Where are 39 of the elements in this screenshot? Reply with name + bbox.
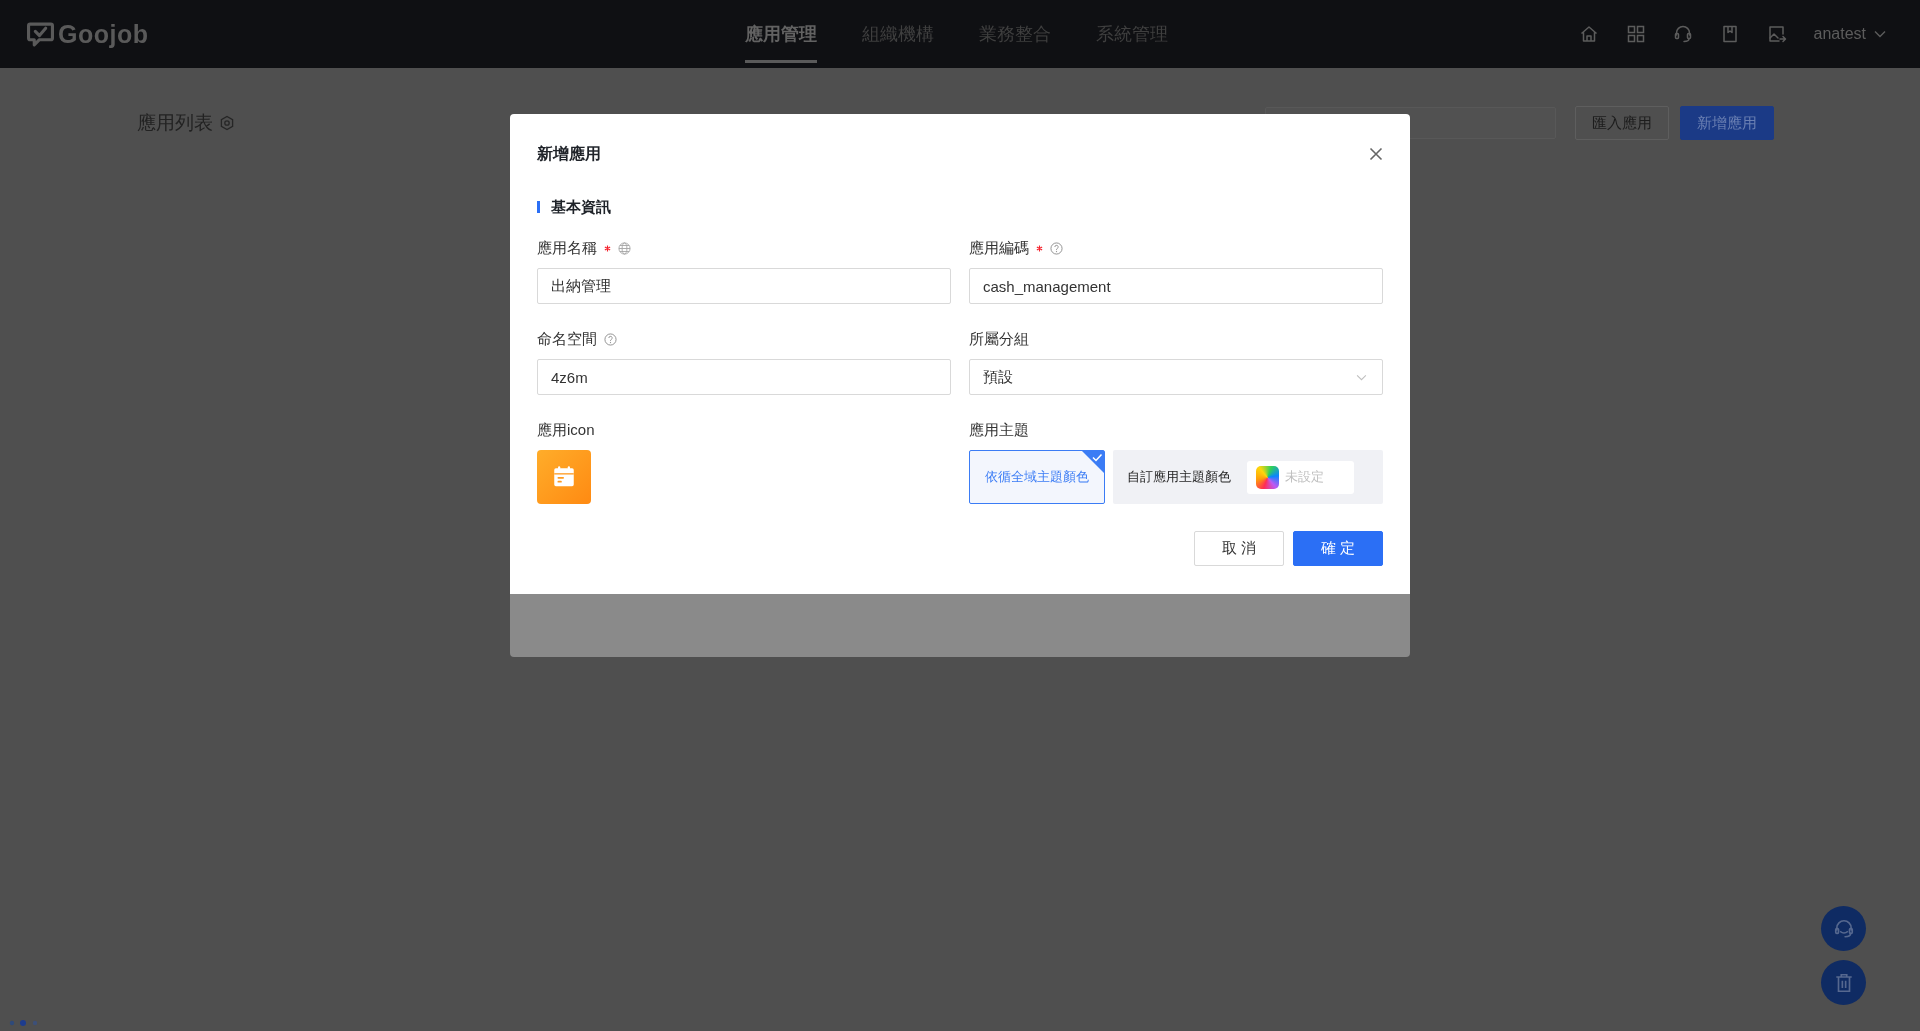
globe-icon[interactable] xyxy=(618,241,631,255)
loading-icon xyxy=(8,1019,40,1027)
calendar-icon[interactable] xyxy=(537,450,591,504)
settings-icon[interactable] xyxy=(219,115,235,131)
field-label: 應用名稱 xyxy=(537,238,597,258)
dialog-button[interactable]: 取 消 xyxy=(1194,531,1284,566)
user-menu[interactable]: anatest xyxy=(1813,25,1886,43)
support-button[interactable] xyxy=(1821,906,1866,951)
page-button[interactable]: 新增應用 xyxy=(1680,106,1774,140)
headset-icon xyxy=(1832,917,1855,940)
close-icon[interactable] xyxy=(1369,147,1383,161)
field-label: 應用編碼 xyxy=(969,238,1029,258)
delete-button[interactable] xyxy=(1821,960,1866,1005)
text-field[interactable]: 出納管理 xyxy=(537,268,951,304)
nav-tab[interactable]: 應用管理 xyxy=(745,22,817,63)
color-swatch-icon xyxy=(1256,465,1279,489)
logo-icon xyxy=(27,21,54,47)
image-export-icon[interactable] xyxy=(1766,24,1787,44)
text-field[interactable]: 4z6m xyxy=(537,359,951,395)
text-field[interactable]: cash_management xyxy=(969,268,1383,304)
dialog-title: 新增應用 xyxy=(537,143,601,164)
home-icon[interactable] xyxy=(1578,24,1599,44)
headset-icon[interactable] xyxy=(1672,24,1693,44)
chevron-down-icon xyxy=(1356,373,1367,381)
logo-text: Goojob xyxy=(58,19,149,49)
field-label: 所屬分組 xyxy=(969,329,1029,349)
help-icon[interactable] xyxy=(604,332,617,346)
section-title: 基本資訊 xyxy=(551,197,611,217)
field-label: 應用主題 xyxy=(969,420,1029,440)
section-marker xyxy=(537,201,540,213)
select-field[interactable]: 預設 xyxy=(969,359,1383,395)
grid-icon[interactable] xyxy=(1625,24,1646,44)
field-label: 命名空間 xyxy=(537,329,597,349)
chevron-down-icon xyxy=(1874,30,1886,38)
theme-option[interactable]: 自訂應用主題顏色 未設定 xyxy=(1113,450,1383,504)
field-label: 應用icon xyxy=(537,420,595,440)
help-icon[interactable] xyxy=(1050,241,1063,255)
theme-option[interactable]: 依循全域主題顏色 xyxy=(969,450,1105,504)
dialog-button[interactable]: 確 定 xyxy=(1293,531,1383,566)
